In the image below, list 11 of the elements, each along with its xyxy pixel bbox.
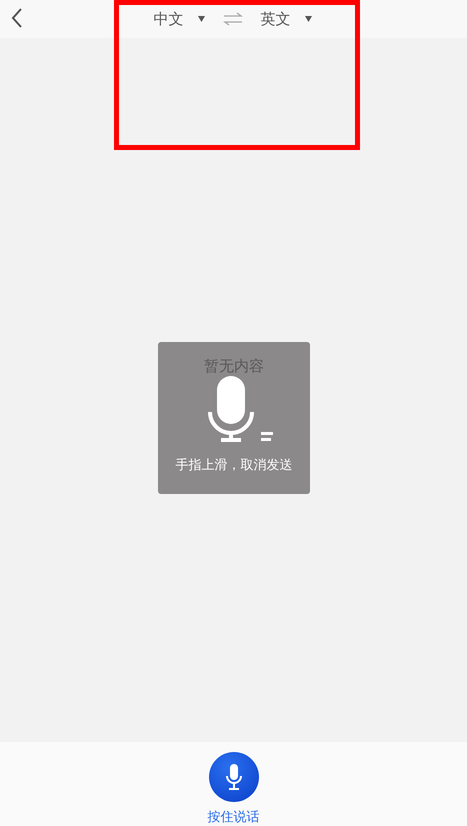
- target-language-selector[interactable]: 英文: [260, 10, 312, 28]
- hold-to-talk-button[interactable]: [208, 752, 258, 802]
- hold-to-talk-label: 按住说话: [208, 809, 260, 826]
- microphone-icon: [207, 376, 255, 442]
- volume-level-icon: [261, 432, 273, 442]
- dropdown-caret-icon: [304, 16, 312, 22]
- source-language-selector[interactable]: 中文: [154, 10, 204, 28]
- microphone-icon: [224, 764, 242, 790]
- dropdown-caret-icon: [198, 16, 204, 22]
- back-icon: [11, 8, 23, 28]
- cancel-hint-text: 手指上滑，取消发送: [176, 457, 292, 474]
